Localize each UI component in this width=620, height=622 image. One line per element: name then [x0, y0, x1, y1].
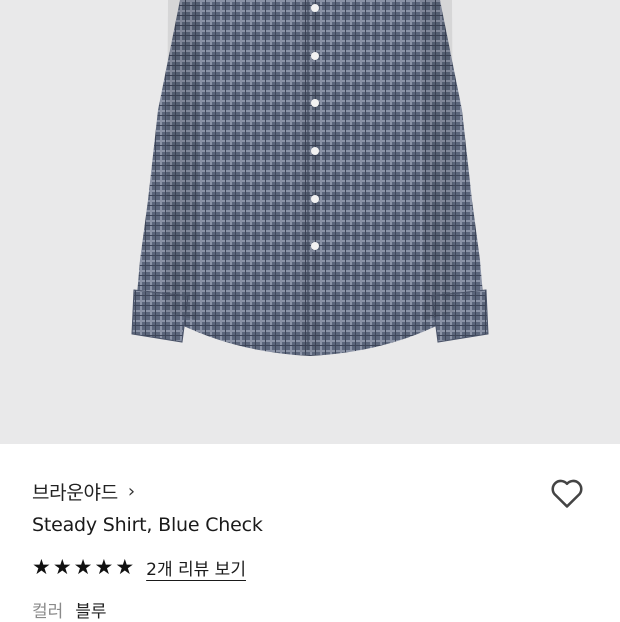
- brand-name: 브라운야드: [32, 482, 118, 504]
- rating-row: ★ ★ ★ ★ ★ 2개 리뷰 보기: [32, 555, 246, 581]
- star-icon: ★: [94, 555, 114, 579]
- star-icon: ★: [52, 555, 72, 579]
- product-title: Steady Shirt, Blue Check: [32, 514, 263, 536]
- product-image[interactable]: [0, 0, 620, 444]
- star-rating: ★ ★ ★ ★ ★: [32, 557, 134, 578]
- option-value: 블루: [75, 602, 107, 622]
- color-option: 컬러 블루: [32, 597, 107, 622]
- star-icon: ★: [73, 555, 93, 579]
- product-info: 브라운야드 › Steady Shirt, Blue Check ★ ★ ★ ★…: [0, 444, 620, 622]
- option-label: 컬러: [32, 602, 64, 622]
- chevron-right-icon: ›: [127, 480, 136, 502]
- shirt-illustration: [131, 0, 489, 356]
- star-icon: ★: [32, 555, 51, 579]
- wishlist-heart-icon[interactable]: [548, 474, 586, 512]
- reviews-link[interactable]: 2개 리뷰 보기: [146, 555, 246, 580]
- brand-link[interactable]: 브라운야드 ›: [32, 478, 135, 505]
- star-icon: ★: [115, 555, 135, 579]
